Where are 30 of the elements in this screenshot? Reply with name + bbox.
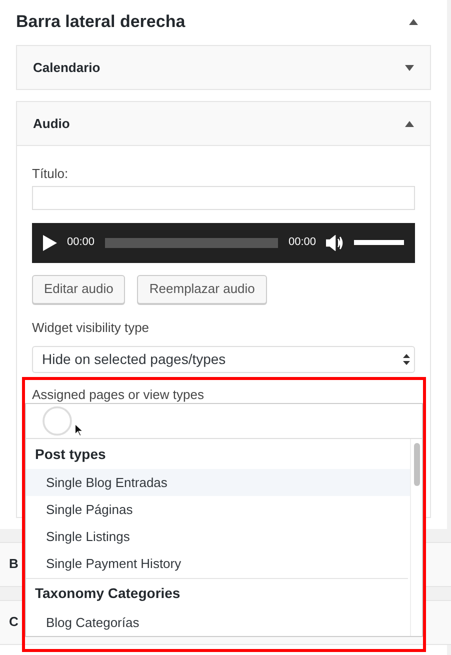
search-field[interactable]: [26, 404, 422, 439]
group-heading: Post types: [34, 444, 107, 464]
title-field[interactable]: [32, 186, 415, 210]
current-time: 00:00: [67, 235, 95, 250]
duration-time: 00:00: [288, 235, 316, 250]
dropdown-option[interactable]: Single Payment History: [26, 550, 410, 578]
widget-header[interactable]: Audio: [17, 102, 430, 145]
dropdown-option[interactable]: Single Listings: [26, 523, 410, 551]
field-label: Assigned pages or view types: [32, 386, 205, 404]
volume-icon[interactable]: [326, 234, 344, 250]
action-button[interactable]: Editar audio: [32, 274, 126, 304]
field-label: Widget visibility type: [32, 318, 150, 337]
collapse-arrow-icon[interactable]: [409, 19, 418, 25]
dropdown-option[interactable]: Blog Categorías: [26, 608, 410, 636]
expand-arrow-icon[interactable]: [405, 64, 414, 70]
play-icon[interactable]: [43, 234, 57, 250]
scrollbar-thumb[interactable]: [414, 443, 420, 486]
volume-track[interactable]: [354, 240, 404, 245]
dropdown-option[interactable]: Single Páginas: [26, 496, 410, 524]
updown-icon: [403, 354, 410, 365]
visibility-select[interactable]: Hide on selected pages/types: [32, 346, 415, 373]
collapse-arrow-icon[interactable]: [405, 120, 414, 126]
progress-track[interactable]: [104, 238, 278, 248]
widget-header[interactable]: Calendario: [17, 46, 430, 89]
sidebar-title: Barra lateral derecha: [16, 11, 186, 34]
action-button[interactable]: Reemplazar audio: [137, 274, 267, 304]
mouse-cursor-icon: [74, 423, 84, 437]
group-heading: Taxonomy Categories: [34, 584, 182, 604]
field-label: Título:: [32, 165, 70, 183]
dropdown-option[interactable]: Single Blog Entradas: [26, 469, 410, 496]
